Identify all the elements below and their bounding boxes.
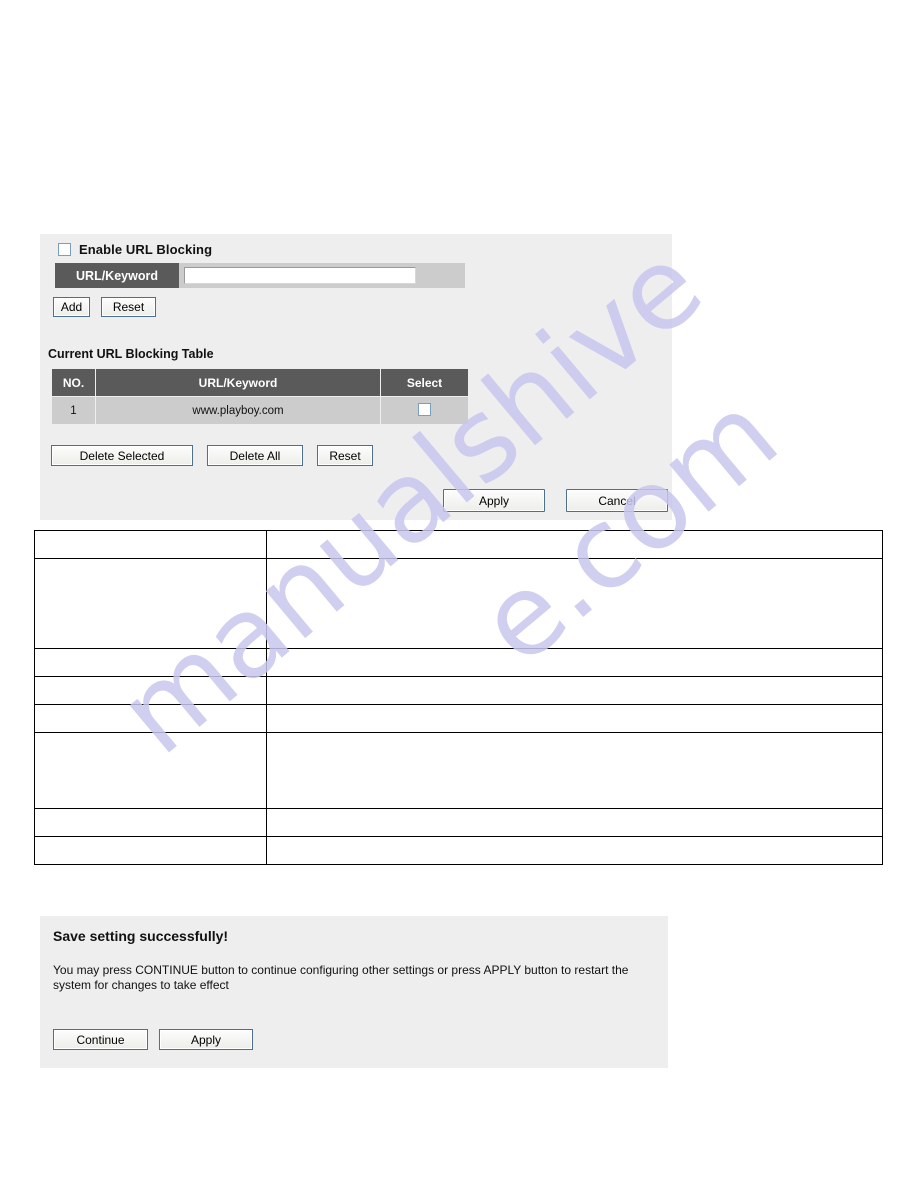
description-link[interactable] — [638, 563, 828, 575]
table-row — [34, 648, 883, 677]
parameter-label-cell — [34, 558, 267, 649]
add-reset-button-row: Add Reset — [53, 297, 156, 317]
reset-keyword-button[interactable]: Reset — [101, 297, 156, 317]
save-result-title: Save setting successfully! — [53, 928, 229, 944]
add-button[interactable]: Add — [53, 297, 90, 317]
parameter-description-cell — [266, 676, 883, 705]
current-url-blocking-table-caption: Current URL Blocking Table — [48, 347, 214, 361]
bulk-action-button-row: Delete Selected Delete All Reset — [51, 445, 373, 466]
url-keyword-input[interactable] — [184, 267, 416, 284]
save-result-panel: Save setting successfully! You may press… — [40, 916, 668, 1068]
current-url-blocking-table: NO. URL/Keyword Select 1 www.playboy.com — [51, 368, 469, 425]
table-row — [34, 558, 883, 649]
cancel-button[interactable]: Cancel — [566, 489, 668, 512]
parameter-label-cell — [34, 676, 267, 705]
parameter-description-cell — [266, 648, 883, 677]
table-row — [34, 676, 883, 705]
table-header-row: NO. URL/Keyword Select — [51, 368, 469, 397]
column-header-no: NO. — [51, 368, 96, 397]
parameter-description-cell — [266, 530, 883, 559]
cell-no: 1 — [51, 396, 96, 425]
table-row — [34, 808, 883, 837]
save-result-button-row: Continue Apply — [53, 1029, 253, 1050]
cell-url: www.playboy.com — [95, 396, 381, 425]
row-select-checkbox[interactable] — [418, 402, 431, 416]
save-result-message: You may press CONTINUE button to continu… — [53, 963, 629, 992]
parameter-description-cell — [266, 732, 883, 809]
description-link[interactable] — [285, 595, 395, 607]
parameter-description-cell — [266, 704, 883, 733]
parameter-description-table — [34, 530, 883, 865]
parameter-label-cell — [34, 836, 267, 865]
parameter-description-cell — [266, 836, 883, 865]
enable-url-blocking-row[interactable]: Enable URL Blocking — [58, 242, 212, 257]
column-header-url: URL/Keyword — [95, 368, 381, 397]
table-row — [34, 530, 883, 559]
table-row — [34, 836, 883, 865]
delete-all-button[interactable]: Delete All — [207, 445, 303, 466]
parameter-label-cell — [34, 530, 267, 559]
reset-table-button[interactable]: Reset — [317, 445, 373, 466]
url-keyword-entry-row: URL/Keyword — [55, 263, 465, 288]
cell-select — [380, 396, 469, 425]
apply-cancel-button-row: Apply Cancel — [443, 489, 668, 512]
parameter-label-cell — [34, 648, 267, 677]
parameter-description-cell — [266, 558, 883, 649]
delete-selected-button[interactable]: Delete Selected — [51, 445, 193, 466]
table-row: 1 www.playboy.com — [51, 396, 469, 425]
apply-button[interactable]: Apply — [443, 489, 545, 512]
parameter-label-cell — [34, 732, 267, 809]
table-row — [34, 732, 883, 809]
apply-restart-button[interactable]: Apply — [159, 1029, 253, 1050]
column-header-select: Select — [380, 368, 469, 397]
enable-url-blocking-checkbox[interactable] — [58, 243, 71, 256]
table-row — [34, 704, 883, 733]
continue-button[interactable]: Continue — [53, 1029, 148, 1050]
parameter-label-cell — [34, 704, 267, 733]
url-keyword-field-label: URL/Keyword — [55, 263, 179, 288]
parameter-label-cell — [34, 808, 267, 837]
enable-url-blocking-label: Enable URL Blocking — [79, 242, 213, 257]
parameter-description-cell — [266, 808, 883, 837]
